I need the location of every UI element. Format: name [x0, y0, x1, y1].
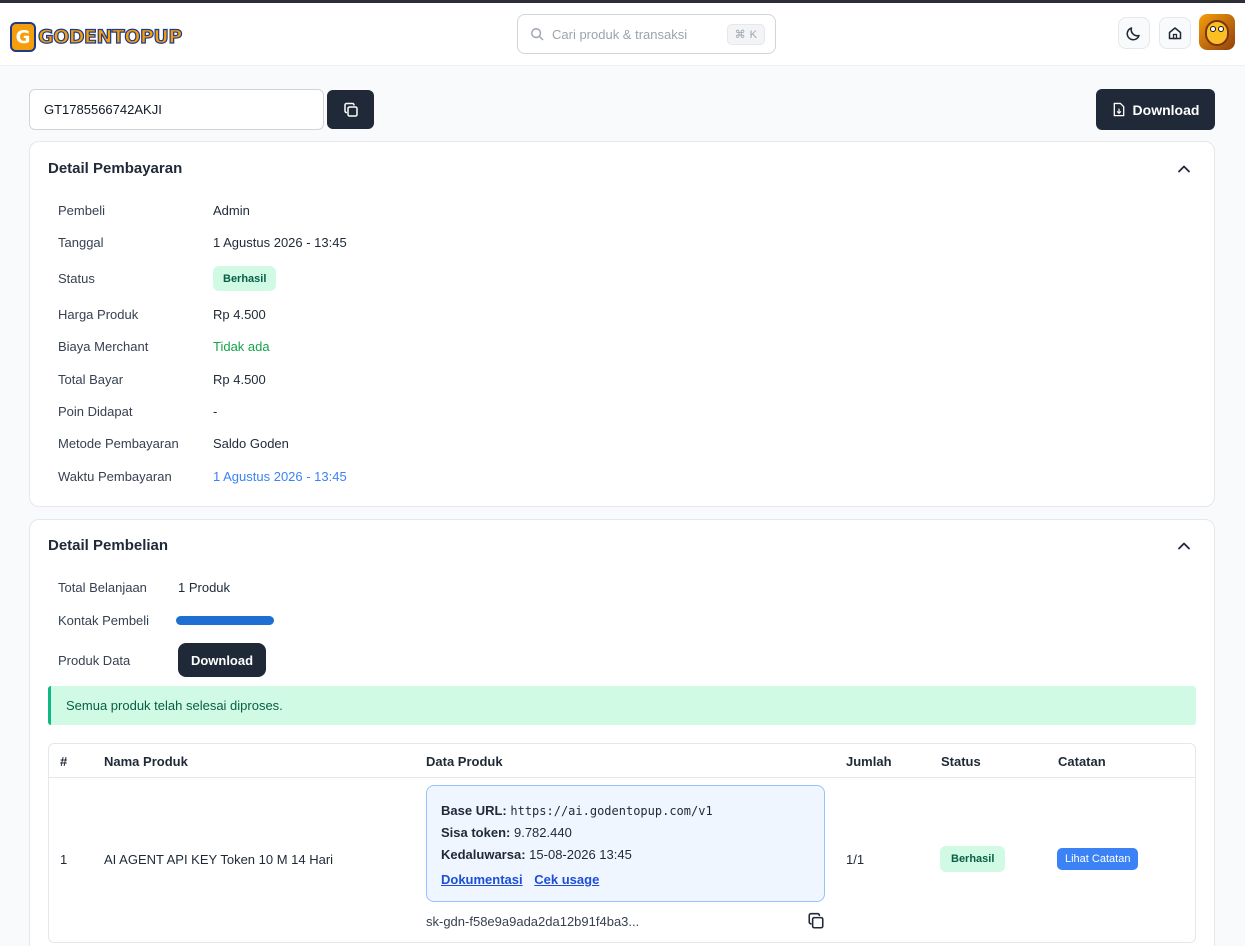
home-icon [1168, 27, 1182, 40]
theme-toggle-button[interactable] [1118, 17, 1150, 49]
home-button[interactable] [1159, 17, 1191, 49]
chevron-up-icon[interactable] [1176, 161, 1192, 177]
row-label-metode: Metode Pembayaran [58, 436, 179, 451]
avatar[interactable] [1199, 14, 1235, 50]
col-header-data: Data Produk [426, 754, 503, 769]
row-label-pembeli: Pembeli [58, 203, 105, 218]
payment-card-title: Detail Pembayaran [48, 160, 183, 177]
search-shortcut: ⌘ K [726, 24, 765, 45]
base-url-value[interactable]: https://ai.godentopup.com/v1 [510, 804, 712, 818]
file-download-icon [1113, 102, 1124, 117]
product-data-card: Base URL: https://ai.godentopup.com/v1 S… [426, 785, 825, 902]
col-header-note: Catatan [1058, 754, 1106, 769]
top-header: G GODENTOPUP Cari produk & transaksi ⌘ K [0, 3, 1245, 66]
col-header-name: Nama Produk [104, 754, 188, 769]
base-url-label: Base URL: [441, 803, 507, 818]
expiry-label: Kedaluwarsa: [441, 847, 526, 862]
kontak-pembeli-label: Kontak Pembeli [58, 613, 150, 628]
product-table: # Nama Produk Data Produk Jumlah Status … [48, 743, 1196, 943]
row-label-waktu: Waktu Pembayaran [58, 469, 172, 484]
col-header-index: # [60, 754, 68, 769]
download-product-data-button[interactable]: Download [178, 643, 266, 677]
total-belanjaan-label: Total Belanjaan [58, 580, 147, 595]
docs-link[interactable]: Dokumentasi [441, 872, 523, 887]
shortcut-key: K [749, 28, 757, 41]
row-index: 1 [60, 852, 68, 867]
row-value-total: Rp 4.500 [213, 372, 266, 387]
search-input[interactable]: Cari produk & transaksi ⌘ K [517, 14, 776, 54]
row-status-badge: Berhasil [940, 846, 1006, 872]
search-icon [531, 28, 544, 41]
view-note-button[interactable]: Lihat Catatan [1057, 848, 1139, 870]
row-label-harga: Harga Produk [58, 307, 139, 322]
copy-invoice-button[interactable] [327, 90, 374, 129]
success-notice: Semua produk telah selesai diproses. [48, 686, 1196, 725]
purchase-card-title: Detail Pembelian [48, 537, 169, 554]
search-placeholder: Cari produk & transaksi [552, 26, 688, 42]
purchase-detail-card: Detail Pembelian Total Belanjaan 1 Produ… [29, 519, 1215, 946]
col-header-status: Status [941, 754, 981, 769]
row-label-biaya: Biaya Merchant [58, 339, 149, 354]
invoice-id-field[interactable]: GT1785566742AKJI [29, 89, 324, 130]
moon-icon [1126, 27, 1140, 41]
command-key: ⌘ [734, 29, 746, 41]
row-label-total: Total Bayar [58, 372, 124, 387]
expiry-value: 15-08-2026 13:45 [529, 847, 632, 862]
row-value-pembeli: Admin [213, 203, 250, 218]
download-invoice-button[interactable]: Download [1096, 89, 1215, 130]
quantity: 1/1 [846, 852, 865, 867]
row-value-harga: Rp 4.500 [213, 307, 266, 322]
chevron-up-icon[interactable] [1176, 538, 1192, 554]
download-label: Download [1132, 101, 1200, 118]
logo[interactable]: G GODENTOPUP [10, 20, 183, 54]
col-header-qty: Jumlah [846, 754, 892, 769]
row-value-poin: - [213, 404, 218, 419]
row-label-tanggal: Tanggal [58, 235, 104, 250]
total-belanjaan-value: 1 Produk [178, 580, 231, 595]
row-label-status: Status [58, 271, 95, 286]
logo-mark: G [10, 22, 36, 52]
row-label-poin: Poin Didapat [58, 404, 133, 419]
row-value-biaya: Tidak ada [213, 339, 270, 354]
api-key-text: sk-gdn-f58e9a9ada2da12b91f4ba3... [426, 914, 640, 929]
redacted-contact [176, 616, 274, 625]
usage-link[interactable]: Cek usage [534, 872, 599, 887]
payment-detail-card: Detail Pembayaran Pembeli Admin Tanggal … [29, 141, 1215, 507]
token-label: Sisa token: [441, 825, 511, 840]
token-value: 9.782.440 [513, 825, 572, 840]
row-value-metode: Saldo Goden [213, 436, 289, 451]
produk-data-label: Produk Data [58, 653, 131, 668]
copy-icon [343, 102, 358, 117]
status-badge: Berhasil [213, 266, 277, 291]
product-name: AI AGENT API KEY Token 10 M 14 Hari [104, 852, 334, 867]
logo-text: GODENTOPUP [37, 25, 182, 48]
row-value-waktu: 1 Agustus 2026 - 13:45 [213, 469, 347, 484]
copy-icon[interactable] [807, 912, 825, 930]
row-value-tanggal: 1 Agustus 2026 - 13:45 [213, 235, 347, 250]
